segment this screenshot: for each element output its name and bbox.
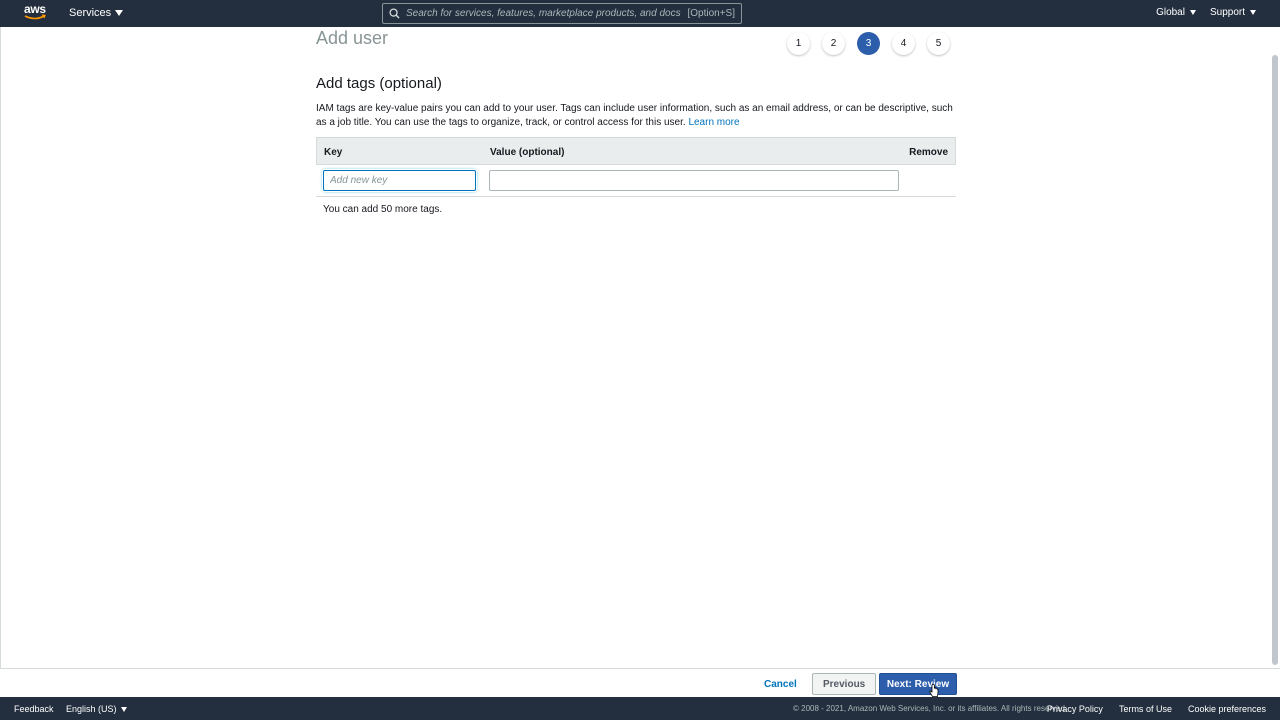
feedback-link[interactable]: Feedback [14,704,54,714]
description-text: IAM tags are key-value pairs you can add… [316,103,953,128]
aws-logo[interactable]: aws [24,3,48,23]
step-5[interactable]: 5 [927,32,950,55]
column-header-key: Key [324,147,343,158]
column-header-remove: Remove [909,147,948,158]
global-search[interactable]: [Option+S] [382,3,742,24]
step-4[interactable]: 4 [892,32,915,55]
region-label: Global [1156,7,1185,18]
section-title: Add tags (optional) [316,75,442,92]
footer-links: Privacy Policy Terms of Use Cookie prefe… [1047,704,1266,714]
support-menu[interactable]: Support [1210,7,1256,18]
copyright-text: © 2008 - 2021, Amazon Web Services, Inc.… [793,704,1068,713]
column-header-value: Value (optional) [490,147,565,158]
top-navigation-bar: aws Services [Option+S] Global Support [0,0,1280,27]
services-label: Services [69,7,112,19]
page-title: Add user [316,28,389,48]
tag-value-input[interactable] [489,170,899,191]
step-3-active[interactable]: 3 [857,32,880,55]
console-footer: Feedback English (US) © 2008 - 2021, Ama… [0,697,1280,720]
search-input[interactable] [406,8,684,19]
step-1[interactable]: 1 [787,32,810,55]
services-menu[interactable]: Services [69,7,124,19]
caret-down-icon [1250,10,1256,15]
wizard-action-bar: Cancel Previous Next: Review [0,668,1280,697]
search-icon [389,8,400,19]
support-label: Support [1209,7,1245,18]
hand-cursor-icon [929,684,939,697]
tags-table: Key Value (optional) Remove [316,137,956,197]
section-description: IAM tags are key-value pairs you can add… [316,102,956,130]
page-scrollbar[interactable] [1272,55,1278,665]
table-row [316,165,956,197]
next-review-button[interactable]: Next: Review [879,673,957,695]
nav-right-menus: Global Support [1156,7,1256,18]
main-content: Add user 1 2 3 4 5 Add tags (optional) I… [0,27,1280,668]
caret-down-icon [115,10,124,16]
tag-key-input[interactable] [323,170,476,191]
caret-down-icon [120,706,127,712]
aws-logo-text: aws [24,2,46,16]
search-shortcut-hint: [Option+S] [687,8,735,19]
cancel-button[interactable]: Cancel [756,673,805,695]
remaining-tags-text: You can add 50 more tags. [323,204,443,215]
step-2[interactable]: 2 [822,32,845,55]
privacy-policy-link[interactable]: Privacy Policy [1047,704,1103,714]
tags-table-header: Key Value (optional) Remove [316,137,956,165]
previous-button[interactable]: Previous [812,673,877,695]
learn-more-link[interactable]: Learn more [688,117,739,128]
caret-down-icon [1189,10,1196,15]
language-selector[interactable]: English (US) [66,704,127,714]
terms-of-use-link[interactable]: Terms of Use [1119,704,1172,714]
cookie-preferences-link[interactable]: Cookie preferences [1188,704,1266,714]
wizard-steps: 1 2 3 4 5 [787,32,950,55]
region-menu[interactable]: Global [1156,7,1196,18]
language-label: English (US) [66,704,117,714]
